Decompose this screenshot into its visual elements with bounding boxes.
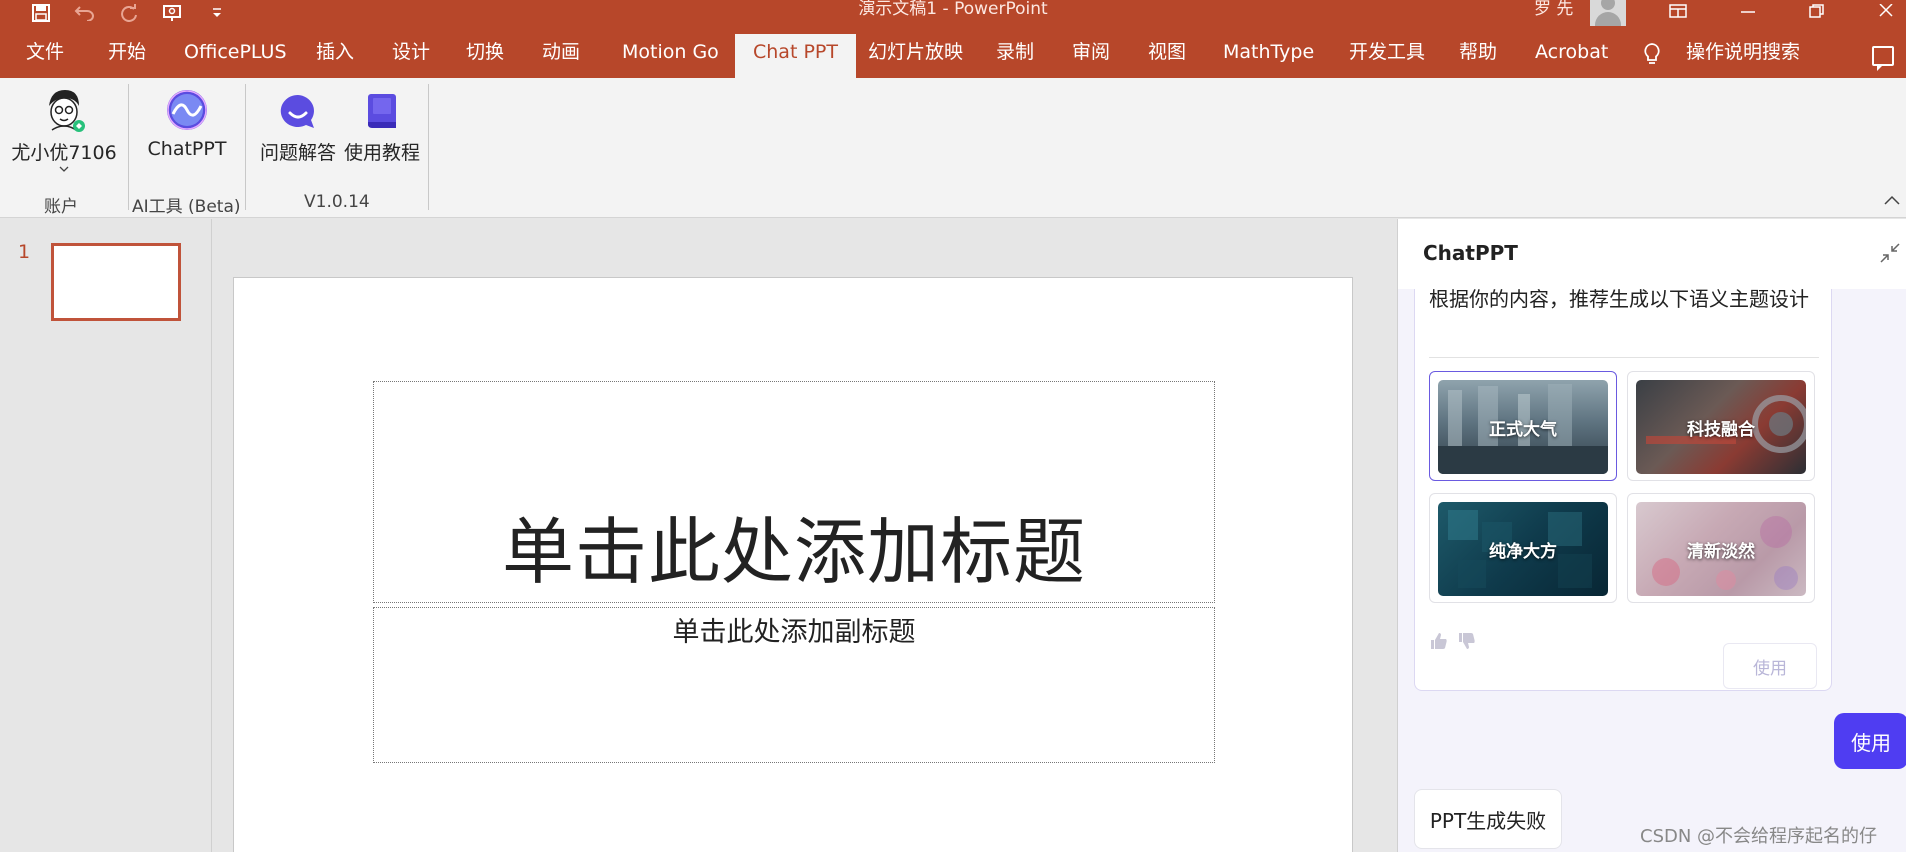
- tab-animations[interactable]: 动画: [542, 34, 580, 78]
- slide-thumbnail-pane: 1: [0, 219, 212, 852]
- title-placeholder-text: 单击此处添加标题: [501, 510, 1086, 594]
- recommendation-message: 根据你的内容，推荐生成以下语义主题设计: [1429, 287, 1809, 311]
- panel-title: ChatPPT: [1423, 241, 1518, 265]
- ribbon-separator: [428, 84, 429, 210]
- account-avatar-icon: [49, 90, 85, 132]
- theme-label-pure: 纯净大方: [1489, 541, 1557, 562]
- ribbon-tabs: 文件 开始 OfficePLUS 插入 设计 切换 动画 Motion Go C…: [0, 26, 1906, 78]
- tab-help[interactable]: 帮助: [1459, 34, 1497, 78]
- panel-header: ChatPPT: [1398, 219, 1906, 289]
- tutorial-label: 使用教程: [343, 142, 420, 164]
- tab-officeplus[interactable]: OfficePLUS: [184, 34, 287, 78]
- tab-mathtype[interactable]: MathType: [1223, 34, 1314, 78]
- chatppt-button[interactable]: ChatPPT: [140, 88, 234, 160]
- tell-me-search[interactable]: 操作说明搜索: [1686, 34, 1800, 78]
- ribbon: 尤小优7106 账户 ChatPPT AI工具 (Beta) 问题解答 使用教程…: [0, 78, 1906, 218]
- tab-record[interactable]: 录制: [996, 34, 1034, 78]
- chevron-down-icon: [59, 166, 69, 172]
- minimize-icon[interactable]: [1728, 0, 1768, 22]
- title-bar: 演示文稿1 - PowerPoint 罗 先: [0, 0, 1906, 26]
- ribbon-display-icon[interactable]: [1658, 0, 1698, 22]
- chatppt-label: ChatPPT: [147, 138, 227, 160]
- tab-acrobat[interactable]: Acrobat: [1535, 34, 1608, 78]
- user-avatar[interactable]: [1590, 0, 1626, 26]
- theme-label-tech: 科技融合: [1687, 419, 1755, 440]
- tab-chat-ppt[interactable]: Chat PPT: [735, 34, 856, 78]
- subtitle-placeholder-text: 单击此处添加副标题: [672, 617, 916, 648]
- theme-image-fresh: 清新淡然: [1636, 502, 1806, 596]
- comments-icon[interactable]: [1872, 46, 1894, 71]
- card-use-button[interactable]: 使用: [1723, 643, 1817, 689]
- tab-view[interactable]: 视图: [1148, 34, 1186, 78]
- close-icon[interactable]: [1866, 0, 1906, 22]
- theme-option-tech[interactable]: 科技融合: [1627, 371, 1815, 481]
- user-name[interactable]: 罗 先: [1534, 0, 1573, 18]
- theme-option-pure[interactable]: 纯净大方: [1429, 493, 1617, 603]
- tab-file[interactable]: 文件: [26, 34, 64, 78]
- account-button[interactable]: 尤小优7106: [11, 86, 117, 173]
- thumbs-up-icon[interactable]: [1429, 631, 1449, 651]
- tab-home[interactable]: 开始: [108, 34, 146, 78]
- tab-insert[interactable]: 插入: [316, 34, 354, 78]
- thumbs-down-icon[interactable]: [1457, 631, 1477, 651]
- qa-label: 问题解答: [259, 142, 336, 164]
- title-placeholder[interactable]: 单击此处添加标题: [373, 381, 1215, 603]
- theme-label-fresh: 清新淡然: [1687, 541, 1755, 562]
- lightbulb-icon: [1644, 43, 1660, 64]
- theme-option-fresh[interactable]: 清新淡然: [1627, 493, 1815, 603]
- ribbon-separator: [245, 84, 246, 210]
- slide-canvas[interactable]: 单击此处添加标题 单击此处添加副标题: [233, 277, 1353, 852]
- chatppt-panel: 根据你的内容，推荐生成以下语义主题设计 正式大气 科技融合 纯净大方 清新淡然 …: [1397, 219, 1906, 852]
- book-icon: [368, 94, 396, 128]
- restore-icon[interactable]: [1796, 0, 1836, 22]
- slide-number: 1: [18, 241, 31, 263]
- chatppt-logo-icon: [167, 90, 207, 130]
- tab-motion-go[interactable]: Motion Go: [622, 34, 719, 78]
- qa-button[interactable]: 问题解答: [256, 92, 340, 165]
- theme-image-formal: 正式大气: [1438, 380, 1608, 474]
- use-button[interactable]: 使用: [1834, 713, 1906, 769]
- tab-developer[interactable]: 开发工具: [1349, 34, 1425, 78]
- theme-label-formal: 正式大气: [1489, 419, 1557, 440]
- tutorial-button[interactable]: 使用教程: [340, 92, 424, 165]
- ribbon-separator: [128, 84, 129, 210]
- tab-transitions[interactable]: 切换: [466, 34, 504, 78]
- watermark: CSDN @不会给程序起名的仔: [1640, 826, 1878, 847]
- account-label: 尤小优7106: [11, 142, 117, 164]
- failure-message: PPT生成失败: [1414, 789, 1562, 849]
- subtitle-placeholder[interactable]: 单击此处添加副标题: [373, 607, 1215, 763]
- slide-thumbnail[interactable]: [51, 243, 181, 321]
- group-label-ai-tools: AI工具 (Beta): [132, 197, 241, 217]
- chat-bubble-icon: [280, 94, 314, 128]
- tab-slideshow[interactable]: 幻灯片放映: [868, 34, 963, 78]
- group-label-version: V1.0.14: [304, 192, 370, 212]
- collapse-ribbon-icon[interactable]: [1884, 194, 1900, 206]
- tab-design[interactable]: 设计: [392, 34, 430, 78]
- recommendation-card: 根据你的内容，推荐生成以下语义主题设计 正式大气 科技融合 纯净大方 清新淡然 …: [1414, 287, 1832, 691]
- tab-review[interactable]: 审阅: [1072, 34, 1110, 78]
- card-divider: [1429, 357, 1819, 358]
- theme-option-formal[interactable]: 正式大气: [1429, 371, 1617, 481]
- group-label-account: 账户: [44, 197, 78, 217]
- collapse-panel-icon[interactable]: [1880, 243, 1900, 263]
- theme-image-pure: 纯净大方: [1438, 502, 1608, 596]
- theme-image-tech: 科技融合: [1636, 380, 1806, 474]
